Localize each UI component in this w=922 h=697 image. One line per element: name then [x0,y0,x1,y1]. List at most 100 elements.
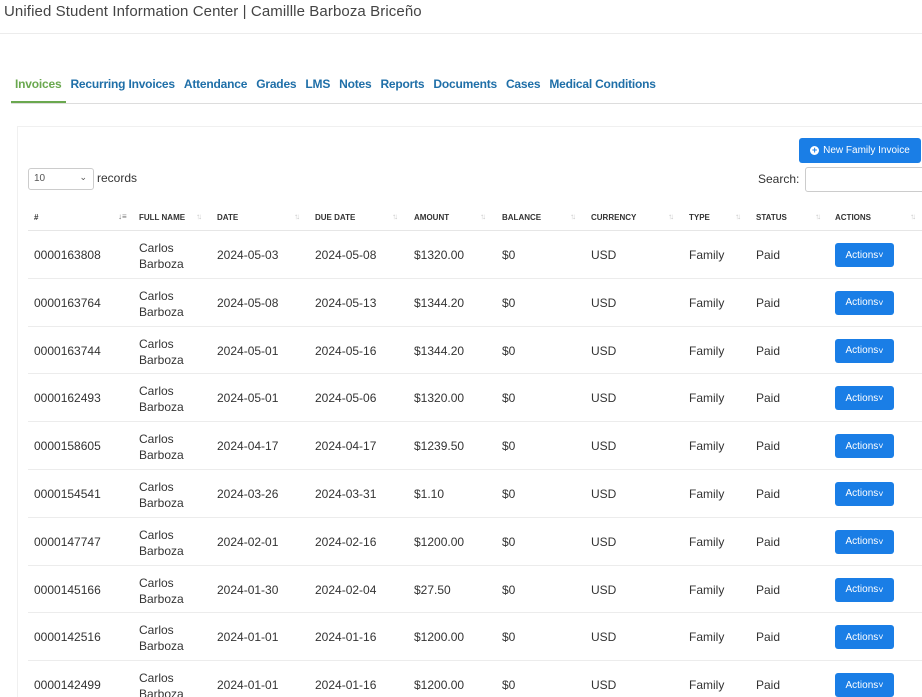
actions-label: Actions [845,488,879,500]
column-header-balance[interactable]: BALANCE [502,213,541,222]
table-row: 0000154541 Carlos Barboza 2024-03-26 2024-0… [28,470,922,518]
tab-documents[interactable]: Documents [429,72,502,104]
sort-arrows-icon[interactable]: ↑↓ [196,212,202,221]
sort-arrows-icon[interactable]: ↑↓ [668,212,674,221]
cell-id: 0000145166 [34,582,101,597]
sort-arrows-icon[interactable]: ↑↓ [480,212,486,221]
chevron-down-icon: ˅ [878,441,884,452]
tab-bar: Invoices Recurring Invoices Attendance G… [11,72,661,104]
cell-balance: $0 [502,295,516,310]
chevron-down-icon: ˅ [878,250,884,260]
cell-date: 2024-03-26 [217,486,279,501]
cell-status: Paid [756,678,781,693]
column-header-number[interactable]: # [34,213,38,222]
table-row: 0000145166 Carlos Barboza 2024-01-30 2024-0… [28,566,922,614]
cell-due: 2024-05-16 [315,343,377,358]
cell-currency: USD [591,343,617,358]
table-body: 0000163808 Carlos Barboza 2024-05-03 2024-0… [28,231,922,697]
cell-id: 0000162493 [34,391,101,406]
cell-date: 2024-01-30 [217,582,279,597]
chevron-down-icon: ˅ [878,632,884,643]
cell-amount: $27.50 [414,582,451,597]
column-header-full-name[interactable]: FULL NAME [139,213,185,222]
actions-label: Actions [845,345,879,357]
cell-status: Paid [756,248,781,262]
column-header-type[interactable]: TYPE [689,213,710,222]
cell-amount: $1320.00 [414,248,465,262]
actions-label: Actions [845,392,879,404]
column-header-amount[interactable]: AMOUNT [414,213,449,222]
tab-recurring-invoices[interactable]: Recurring Invoices [66,72,179,104]
cell-date: 2024-01-01 [217,630,279,645]
actions-button[interactable]: Actions ˅ [835,338,894,363]
column-header-due-date[interactable]: DUE DATE [315,213,355,222]
cell-amount: $1320.00 [414,391,465,406]
tab-medical-conditions[interactable]: Medical Conditions [545,72,660,104]
actions-button[interactable]: Actions ˅ [835,529,894,554]
cell-balance: $0 [502,343,516,358]
cell-balance: $0 [502,630,516,645]
cell-due: 2024-05-06 [315,391,377,406]
search-input[interactable] [805,167,922,192]
cell-date: 2024-01-01 [217,678,279,693]
sort-arrows-icon[interactable]: ↓≡ [118,212,127,221]
sort-arrows-icon[interactable]: ↑↓ [910,212,916,221]
cell-type: Family [689,678,725,693]
cell-name: Carlos Barboza [139,384,184,415]
actions-button[interactable]: Actions ˅ [835,386,894,411]
column-header-currency[interactable]: CURRENCY [591,213,636,222]
invoices-table: # ↓≡ FULL NAME ↑↓ DATE ↑↓ DUE DATE ↑↓ AMOUNT ↑↓ BA… [28,205,922,697]
chevron-down-icon: ⌄ [79,172,87,182]
cell-due: 2024-01-16 [315,678,377,693]
actions-button[interactable]: Actions ˅ [835,625,894,650]
table-row: 0000162493 Carlos Barboza 2024-05-01 2024-0… [28,374,922,423]
table-row: 0000163808 Carlos Barboza 2024-05-03 2024-0… [28,231,922,279]
sort-arrows-icon[interactable]: ↑↓ [392,212,398,221]
sort-arrows-icon[interactable]: ↑↓ [570,212,576,221]
tab-notes[interactable]: Notes [335,72,376,104]
actions-button[interactable]: Actions ˅ [835,481,894,506]
table-row: 0000142516 Carlos Barboza 2024-01-01 2024-0… [28,613,922,662]
table-row: 0000142499 Carlos Barboza 2024-01-01 2024-0… [28,661,922,697]
tab-grades[interactable]: Grades [252,72,301,104]
cell-type: Family [689,343,725,358]
sort-arrows-icon[interactable]: ↑↓ [735,212,741,221]
cell-due: 2024-01-16 [315,630,377,645]
cell-due: 2024-04-17 [315,439,377,454]
actions-button[interactable]: Actions ˅ [835,434,894,459]
tab-reports[interactable]: Reports [376,72,429,104]
cell-id: 0000163764 [34,295,101,310]
cell-amount: $1200.00 [414,630,465,645]
cell-balance: $0 [502,582,516,597]
actions-button[interactable]: Actions ˅ [835,243,894,267]
cell-amount: $1239.50 [414,439,465,454]
cell-balance: $0 [502,391,516,406]
cell-status: Paid [756,343,781,358]
sort-arrows-icon[interactable]: ↑↓ [815,212,821,221]
table-row: 0000158605 Carlos Barboza 2024-04-17 2024-0… [28,422,922,470]
new-family-invoice-button[interactable]: + New Family Invoice [799,138,921,163]
cell-date: 2024-02-01 [217,534,279,549]
chevron-down-icon: ˅ [878,584,884,595]
tab-lms[interactable]: LMS [301,72,335,104]
cell-amount: $1200.00 [414,534,465,549]
actions-button[interactable]: Actions ˅ [835,577,894,602]
column-header-date[interactable]: DATE [217,213,238,222]
cell-due: 2024-05-13 [315,295,377,310]
column-header-actions[interactable]: ACTIONS [835,213,871,222]
cell-id: 0000142516 [34,630,101,645]
tab-invoices[interactable]: Invoices [11,72,67,104]
column-header-status[interactable]: STATUS [756,213,787,222]
plus-circle-icon: + [810,145,820,155]
tab-attendance[interactable]: Attendance [180,72,252,104]
page-length-select[interactable]: 10 ⌄ [28,168,94,190]
actions-button[interactable]: Actions ˅ [835,290,894,315]
cell-currency: USD [591,534,617,549]
cell-status: Paid [756,439,781,454]
cell-currency: USD [591,582,617,597]
cell-due: 2024-02-16 [315,534,377,549]
actions-button[interactable]: Actions ˅ [835,673,894,697]
sort-arrows-icon[interactable]: ↑↓ [294,212,300,221]
actions-label: Actions [845,297,879,309]
tab-cases[interactable]: Cases [502,72,545,104]
